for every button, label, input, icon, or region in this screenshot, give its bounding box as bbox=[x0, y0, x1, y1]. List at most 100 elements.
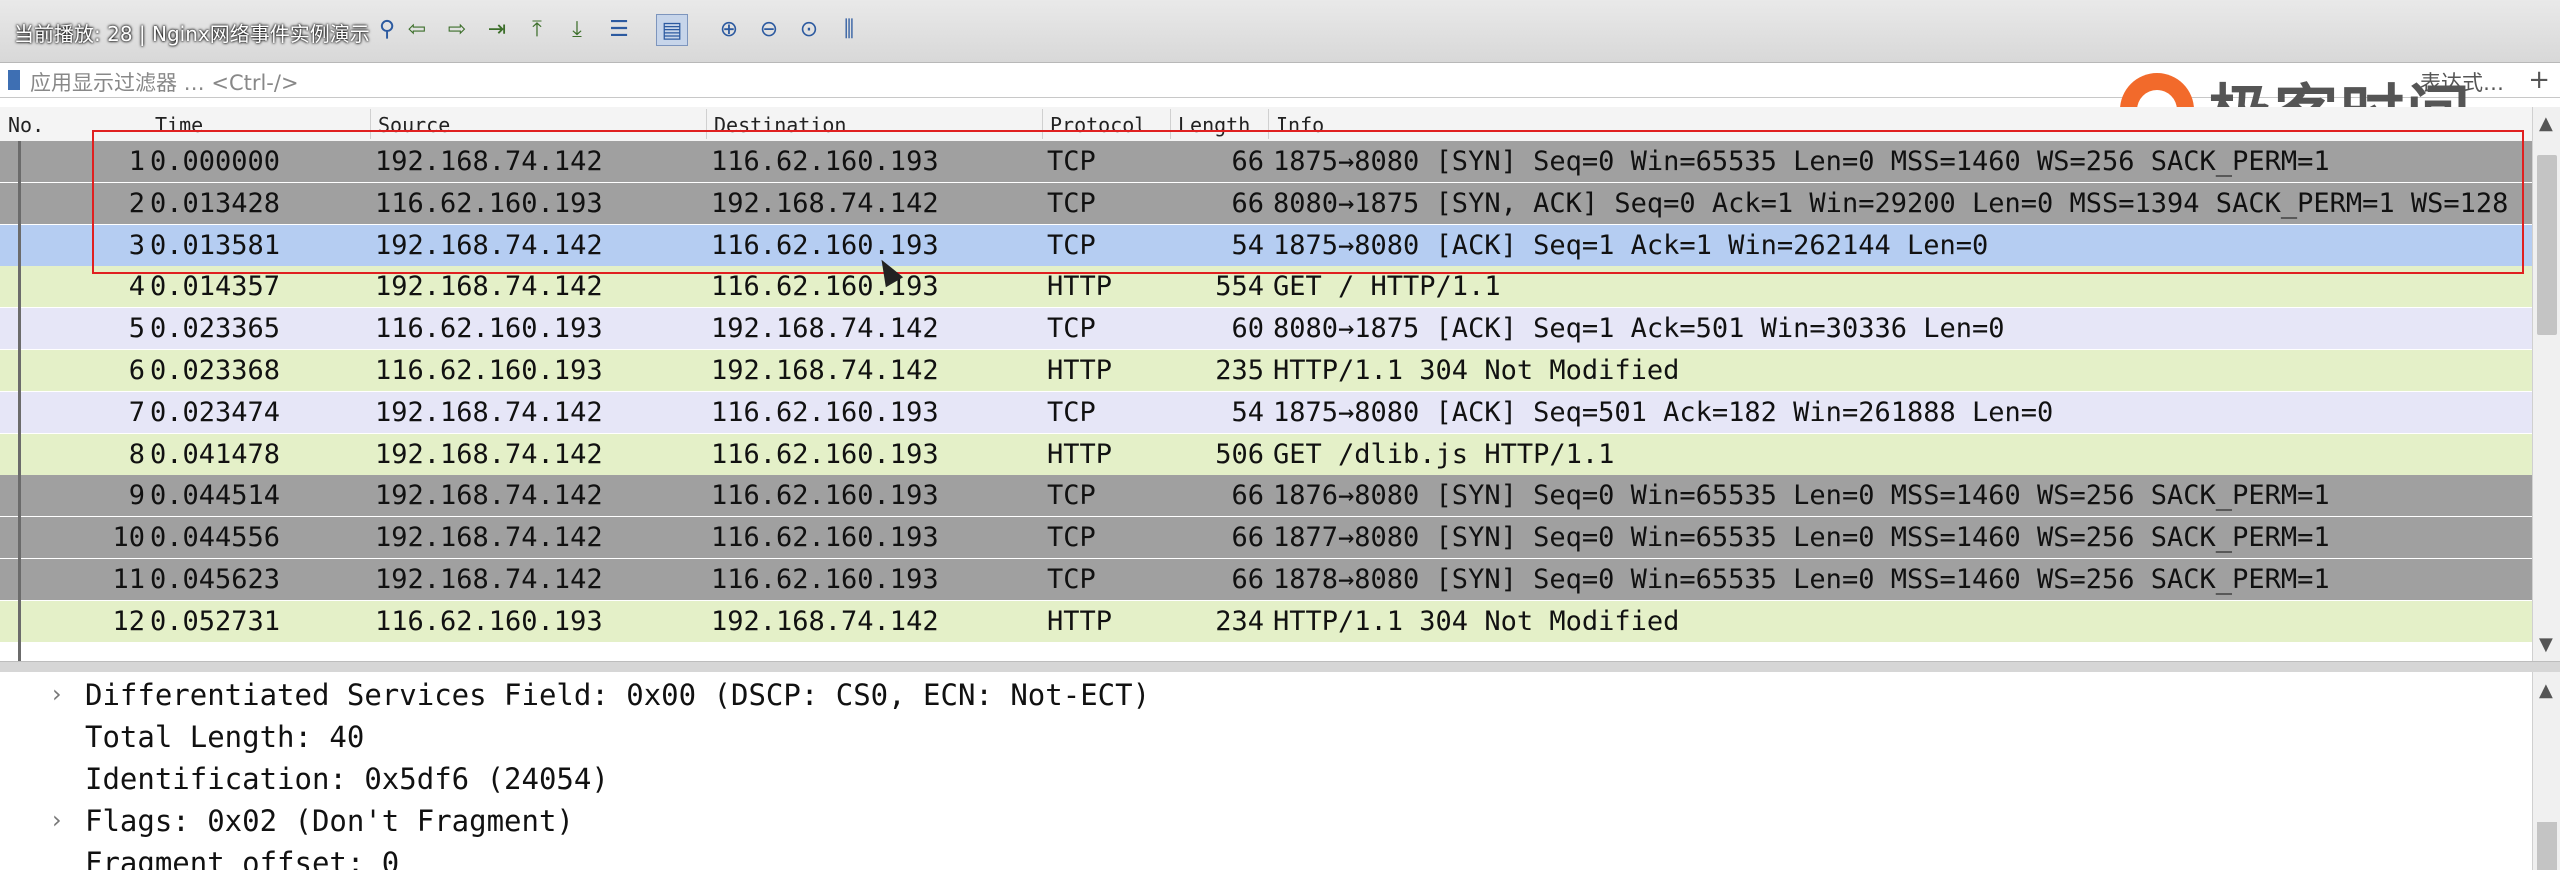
packet-protocol: TCP bbox=[1047, 187, 1096, 219]
packet-row[interactable]: 10 0.044556 192.168.74.142 116.62.160.193 TC… bbox=[0, 517, 2532, 559]
colorize-icon[interactable]: ▤ bbox=[656, 14, 688, 46]
packet-time: 0.052731 bbox=[150, 605, 281, 637]
packet-source: 192.168.74.142 bbox=[375, 146, 603, 177]
packet-time: 0.044514 bbox=[150, 480, 281, 512]
packet-info: 8080→1875 [ACK] Seq=1 Ack=501 Win=30336 … bbox=[1273, 313, 2005, 345]
packet-destination: 192.168.74.142 bbox=[711, 605, 939, 637]
go-first-icon[interactable]: ⤒ bbox=[522, 14, 552, 44]
packet-source: 116.62.160.193 bbox=[375, 313, 603, 345]
packet-no: 2 bbox=[128, 187, 145, 219]
packet-row[interactable]: 2 0.013428 116.62.160.193 192.168.74.142 TCP… bbox=[0, 182, 2532, 224]
packet-row[interactable]: 9 0.044514 192.168.74.142 116.62.160.193 TCP… bbox=[0, 475, 2532, 517]
packet-details: › Differentiated Services Field: 0x00 (DS… bbox=[0, 672, 2532, 870]
packet-length: 54 bbox=[1231, 229, 1264, 261]
zoom-out-icon[interactable]: ⊖ bbox=[754, 14, 784, 44]
scroll-down-icon[interactable]: ▼ bbox=[2539, 634, 2553, 655]
go-back-icon[interactable]: ⇦ bbox=[402, 14, 432, 44]
detail-text: Identification: 0x5df6 (24054) bbox=[85, 762, 609, 796]
packet-list-header: No. Time Source Destination Protocol Len… bbox=[0, 107, 2532, 142]
packet-no: 5 bbox=[128, 313, 145, 345]
find-packet-icon[interactable]: ⚲ bbox=[372, 14, 402, 44]
packet-row[interactable]: 4 0.014357 192.168.74.142 116.62.160.193 HTT… bbox=[0, 266, 2532, 308]
packet-no: 9 bbox=[128, 480, 145, 512]
packet-time: 0.044556 bbox=[150, 522, 281, 554]
details-scrollbar[interactable]: ▲ bbox=[2532, 672, 2560, 870]
scroll-up-icon[interactable]: ▲ bbox=[2539, 113, 2553, 134]
details-scroll-up-icon[interactable]: ▲ bbox=[2539, 680, 2553, 701]
packet-row[interactable]: 7 0.023474 192.168.74.142 116.62.160.193 TCP… bbox=[0, 391, 2532, 433]
packet-info: 1875→8080 [ACK] Seq=1 Ack=1 Win=262144 L… bbox=[1273, 229, 1989, 261]
packet-protocol: TCP bbox=[1047, 146, 1096, 177]
packet-protocol: TCP bbox=[1047, 480, 1096, 512]
packet-length: 235 bbox=[1215, 355, 1264, 386]
packet-protocol: TCP bbox=[1047, 564, 1096, 595]
packet-row[interactable]: 5 0.023365 116.62.160.193 192.168.74.142 TCP… bbox=[0, 308, 2532, 350]
detail-text: Fragment offset: 0 bbox=[85, 846, 400, 870]
packet-row[interactable]: 11 0.045623 192.168.74.142 116.62.160.193 TC… bbox=[0, 559, 2532, 600]
packet-time: 0.023368 bbox=[150, 355, 281, 386]
packet-source: 192.168.74.142 bbox=[375, 229, 603, 261]
packet-length: 66 bbox=[1231, 146, 1264, 177]
packet-source: 192.168.74.142 bbox=[375, 271, 603, 303]
packet-info: 1877→8080 [SYN] Seq=0 Win=65535 Len=0 MS… bbox=[1273, 522, 2330, 554]
packet-destination: 116.62.160.193 bbox=[711, 480, 939, 512]
detail-text: Differentiated Services Field: 0x00 (DSC… bbox=[85, 678, 1151, 712]
scroll-thumb[interactable] bbox=[2537, 155, 2557, 335]
packet-protocol: TCP bbox=[1047, 229, 1096, 261]
packet-list-scrollbar[interactable]: ▲ ▼ bbox=[2532, 107, 2560, 661]
packet-protocol: TCP bbox=[1047, 313, 1096, 345]
packet-source: 192.168.74.142 bbox=[375, 480, 603, 512]
packet-protocol: HTTP bbox=[1047, 605, 1113, 637]
packet-protocol: HTTP bbox=[1047, 355, 1113, 386]
packet-source: 192.168.74.142 bbox=[375, 564, 603, 595]
column-header-protocol[interactable]: Protocol bbox=[1050, 113, 1146, 137]
expand-chevron-icon[interactable]: › bbox=[52, 806, 62, 834]
display-filter-input[interactable]: 应用显示过滤器 … <Ctrl-/> bbox=[30, 67, 299, 97]
related-packet-marker bbox=[18, 266, 21, 661]
packet-source: 116.62.160.193 bbox=[375, 355, 603, 386]
go-to-packet-icon[interactable]: ⇥ bbox=[482, 14, 512, 44]
column-header-info[interactable]: Info bbox=[1276, 113, 1324, 137]
column-header-length[interactable]: Length bbox=[1178, 113, 1250, 137]
zoom-in-icon[interactable]: ⊕ bbox=[714, 14, 744, 44]
packet-info: 1876→8080 [SYN] Seq=0 Win=65535 Len=0 MS… bbox=[1273, 480, 2330, 512]
packet-info: GET /dlib.js HTTP/1.1 bbox=[1273, 438, 1615, 470]
filter-bookmark-icon[interactable] bbox=[8, 70, 20, 90]
packet-length: 66 bbox=[1231, 187, 1264, 219]
packet-protocol: HTTP bbox=[1047, 271, 1113, 303]
packet-info: 1875→8080 [SYN] Seq=0 Win=65535 Len=0 MS… bbox=[1273, 146, 2330, 177]
go-last-icon[interactable]: ⤓ bbox=[562, 14, 592, 44]
packet-no: 7 bbox=[128, 396, 145, 428]
packet-source: 116.62.160.193 bbox=[375, 187, 603, 219]
column-header-time[interactable]: Time bbox=[155, 113, 203, 137]
packet-destination: 116.62.160.193 bbox=[711, 396, 939, 428]
packet-row[interactable]: 1 0.000000 192.168.74.142 116.62.160.193 TCP… bbox=[0, 141, 2532, 182]
packet-protocol: HTTP bbox=[1047, 438, 1113, 470]
column-header-source[interactable]: Source bbox=[378, 113, 450, 137]
packet-row[interactable]: 3 0.013581 192.168.74.142 116.62.160.193 TCP… bbox=[0, 224, 2532, 266]
packet-no: 11 bbox=[112, 564, 145, 595]
packet-no: 1 bbox=[128, 146, 145, 177]
column-header-destination[interactable]: Destination bbox=[714, 113, 846, 137]
packet-info: 1878→8080 [SYN] Seq=0 Win=65535 Len=0 MS… bbox=[1273, 564, 2330, 595]
expand-chevron-icon[interactable]: › bbox=[52, 680, 62, 708]
packet-row[interactable]: 8 0.041478 192.168.74.142 116.62.160.193 HTT… bbox=[0, 433, 2532, 475]
packet-info: 1875→8080 [ACK] Seq=501 Ack=182 Win=2618… bbox=[1273, 396, 2054, 428]
packet-time: 0.045623 bbox=[150, 564, 281, 595]
zoom-normal-icon[interactable]: ⊙ bbox=[794, 14, 824, 44]
detail-text: Flags: 0x02 (Don't Fragment) bbox=[85, 804, 574, 838]
add-filter-button[interactable]: + bbox=[2528, 65, 2550, 95]
packet-destination: 116.62.160.193 bbox=[711, 146, 939, 177]
go-forward-icon[interactable]: ⇨ bbox=[442, 14, 472, 44]
packet-time: 0.013581 bbox=[150, 229, 281, 261]
packet-destination: 116.62.160.193 bbox=[711, 522, 939, 554]
packet-no: 12 bbox=[112, 605, 145, 637]
packet-length: 506 bbox=[1215, 438, 1264, 470]
packet-source: 192.168.74.142 bbox=[375, 522, 603, 554]
packet-row[interactable]: 12 0.052731 116.62.160.193 192.168.74.142 HT… bbox=[0, 600, 2532, 642]
column-header-no[interactable]: No. bbox=[8, 113, 44, 137]
details-scroll-thumb[interactable] bbox=[2537, 822, 2557, 870]
auto-scroll-icon[interactable]: ☰ bbox=[604, 14, 634, 44]
resize-columns-icon[interactable]: ⫼ bbox=[834, 14, 864, 44]
packet-row[interactable]: 6 0.023368 116.62.160.193 192.168.74.142 HTT… bbox=[0, 350, 2532, 391]
